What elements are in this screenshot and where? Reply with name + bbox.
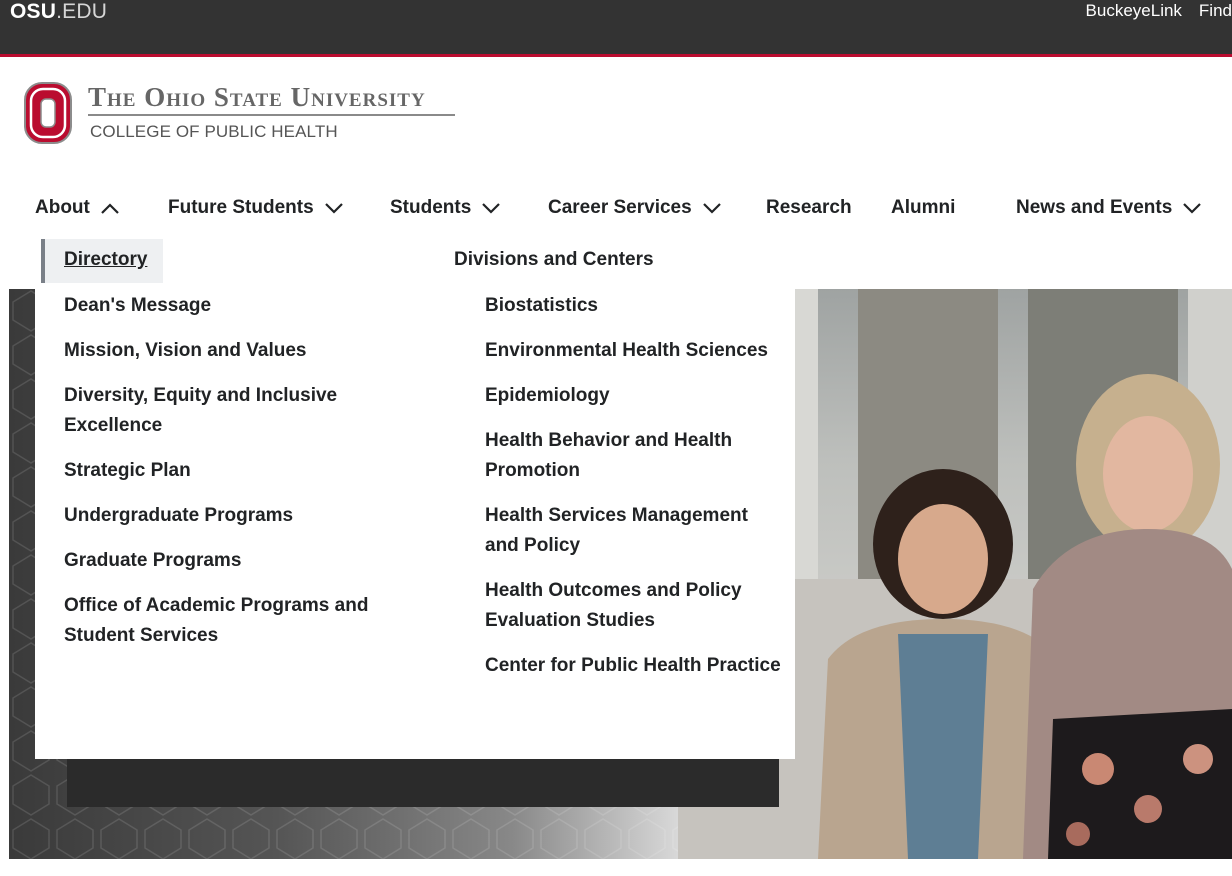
dropdown-item-epidemiology[interactable]: Epidemiology xyxy=(485,381,785,411)
nav-label-research: Research xyxy=(766,197,852,218)
nav-label-alumni: Alumni xyxy=(891,197,956,218)
chevron-down-icon xyxy=(702,201,722,215)
college-name: COLLEGE OF PUBLIC HEALTH xyxy=(90,122,338,141)
nav-item-future-students[interactable]: Future Students xyxy=(168,194,344,222)
find-people-link[interactable]: Find xyxy=(1199,1,1232,21)
dropdown-item-undergraduate-programs[interactable]: Undergraduate Programs xyxy=(64,501,394,531)
brand-text: The Ohio State University COLLEGE OF PUB… xyxy=(88,82,455,142)
nav-label-about: About xyxy=(35,197,90,218)
chevron-down-icon xyxy=(1182,201,1202,215)
osu-logo-light: .EDU xyxy=(56,0,108,23)
directory-link[interactable]: Directory xyxy=(64,249,147,271)
dropdown-item-center-public-health-practice[interactable]: Center for Public Health Practice xyxy=(485,651,785,681)
nav-label-career-services: Career Services xyxy=(548,197,692,218)
nav-label-future-students: Future Students xyxy=(168,197,314,218)
dropdown-item-graduate-programs[interactable]: Graduate Programs xyxy=(64,546,394,576)
nav-item-about[interactable]: About xyxy=(35,194,120,222)
about-dropdown-menu: Directory Divisions and Centers Dean's M… xyxy=(35,239,795,759)
dropdown-item-health-outcomes-policy[interactable]: Health Outcomes and Policy Evaluation St… xyxy=(485,576,785,636)
hero-caption-box xyxy=(67,759,779,807)
chevron-down-icon xyxy=(481,201,501,215)
nav-label-students: Students xyxy=(390,197,472,218)
dropdown-item-mission-vision-values[interactable]: Mission, Vision and Values xyxy=(64,336,394,366)
dropdown-item-deans-message[interactable]: Dean's Message xyxy=(64,291,394,321)
dropdown-right-column: Biostatistics Environmental Health Scien… xyxy=(485,291,785,696)
buckeyelink-link[interactable]: BuckeyeLink xyxy=(1086,1,1182,21)
chevron-down-icon xyxy=(324,201,344,215)
nav-item-alumni[interactable]: Alumni xyxy=(891,194,955,222)
nav-label-news-and-events: News and Events xyxy=(1016,197,1173,218)
site-brand[interactable]: The Ohio State University COLLEGE OF PUB… xyxy=(24,82,455,144)
osu-edu-link[interactable]: OSU.EDU xyxy=(10,0,107,24)
nav-item-career-services[interactable]: Career Services xyxy=(548,194,722,222)
divisions-and-centers-heading[interactable]: Divisions and Centers xyxy=(454,249,654,271)
osu-top-bar: OSU.EDU BuckeyeLink Find xyxy=(0,0,1232,57)
block-o-logo-icon xyxy=(24,82,72,144)
dropdown-item-diversity-equity-inclusive[interactable]: Diversity, Equity and Inclusive Excellen… xyxy=(64,381,394,441)
nav-item-students[interactable]: Students xyxy=(390,194,501,222)
dropdown-item-directory[interactable]: Directory xyxy=(41,239,163,283)
dropdown-item-strategic-plan[interactable]: Strategic Plan xyxy=(64,456,394,486)
nav-item-news-and-events[interactable]: News and Events xyxy=(1016,194,1202,222)
dropdown-item-office-academic-programs[interactable]: Office of Academic Programs and Student … xyxy=(64,591,394,651)
nav-item-research[interactable]: Research xyxy=(766,194,852,222)
dropdown-item-biostatistics[interactable]: Biostatistics xyxy=(485,291,785,321)
chevron-up-icon xyxy=(100,201,120,215)
osu-utility-links: BuckeyeLink Find xyxy=(1086,1,1232,21)
dropdown-item-health-services-management[interactable]: Health Services Management and Policy xyxy=(485,501,785,561)
dropdown-item-environmental-health-sciences[interactable]: Environmental Health Sciences xyxy=(485,336,785,366)
main-nav: About Future Students Students Career Se… xyxy=(0,194,1232,224)
dropdown-left-column: Dean's Message Mission, Vision and Value… xyxy=(64,291,394,666)
dropdown-item-health-behavior-promotion[interactable]: Health Behavior and Health Promotion xyxy=(485,426,785,486)
osu-logo-bold: OSU xyxy=(10,0,57,23)
university-name: The Ohio State University xyxy=(88,82,455,116)
